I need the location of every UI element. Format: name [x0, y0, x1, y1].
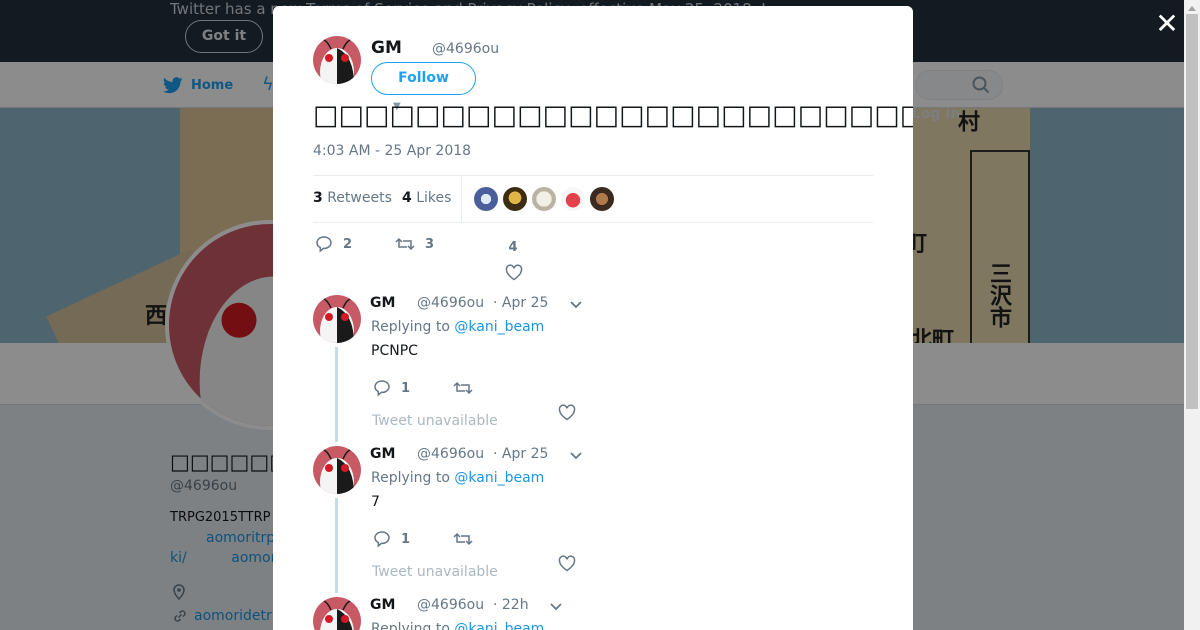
tweet-modal: GM @4696ou Follow ▼ □□□□□□□□□□□□□□□□□□□□… [273, 6, 913, 630]
reply-author-handle[interactable]: @4696ou [417, 295, 484, 311]
heart-icon[interactable] [558, 555, 576, 572]
tweet-text: □□□□□□□□□□□□□□□□□□□□□□□□□□□□□□□□□□□□□□□□… [313, 100, 913, 131]
reply-text: PCNPC [371, 343, 418, 359]
replying-to: Replying to @kani_beam [371, 621, 544, 630]
reply-action[interactable]: 1 [373, 530, 410, 548]
liker-avatar[interactable] [474, 187, 498, 211]
liker-avatar[interactable] [561, 187, 585, 211]
retweets-stat[interactable]: 3 Retweets [313, 190, 392, 206]
retweet-count: 3 [425, 236, 435, 252]
replying-to-link[interactable]: @kani_beam [454, 319, 544, 335]
reply-action[interactable]: 1 [373, 379, 410, 397]
tweet-unavailable-notice: Tweet unavailable [372, 564, 498, 580]
reply-icon [374, 380, 390, 397]
tweet-timestamp[interactable]: 4:03 AM - 25 Apr 2018 [313, 143, 471, 159]
retweet-action[interactable] [453, 379, 473, 397]
reply-tweet[interactable]: GM @4696ou · Apr 25 Replying to @kani_be… [313, 446, 873, 596]
tweet-actions: 2 3 4 [313, 232, 873, 282]
replying-to-link[interactable]: @kani_beam [454, 470, 544, 486]
replying-prefix: Replying to [371, 319, 450, 335]
avatar[interactable] [313, 295, 361, 343]
reply-author-name[interactable]: GM [370, 597, 395, 613]
retweet-action[interactable]: 3 [395, 235, 434, 253]
liker-avatar[interactable] [532, 187, 556, 211]
reply-tweet[interactable]: GM @4696ou · Apr 25 Replying to @kani_be… [313, 295, 873, 445]
reply-author-handle[interactable]: @4696ou [417, 597, 484, 613]
thread-connector [335, 498, 338, 593]
reply-icon [316, 236, 332, 253]
like-action[interactable]: 4 [503, 240, 523, 281]
heart-icon[interactable] [558, 404, 576, 421]
reply-count: 1 [401, 380, 411, 396]
retweets-label: Retweets [327, 190, 392, 206]
likes-count: 4 [402, 190, 412, 206]
chevron-down-icon[interactable] [569, 297, 583, 311]
reply-author-name[interactable]: GM [370, 295, 395, 311]
retweets-count: 3 [313, 190, 323, 206]
reply-icon [374, 531, 390, 548]
thread-connector [335, 347, 338, 442]
tweet-stats: 3 Retweets 4 Likes [313, 175, 873, 223]
reply-author-name[interactable]: GM [370, 446, 395, 462]
retweet-icon [453, 381, 473, 395]
replying-prefix: Replying to [371, 621, 450, 630]
heart-icon [505, 264, 523, 281]
liker-avatars [474, 187, 614, 211]
replying-to-link[interactable]: @kani_beam [454, 621, 544, 630]
replying-prefix: Replying to [371, 470, 450, 486]
like-count: 4 [508, 240, 518, 255]
avatar[interactable] [313, 446, 361, 494]
replying-to: Replying to @kani_beam [371, 319, 544, 335]
close-icon[interactable]: ✕ [1155, 10, 1179, 38]
reply-author-handle[interactable]: @4696ou [417, 446, 484, 462]
reply-action[interactable]: 2 [315, 235, 352, 253]
chevron-down-icon[interactable] [549, 599, 563, 613]
liker-avatar[interactable] [503, 187, 527, 211]
liker-avatar[interactable] [590, 187, 614, 211]
scroll-up-arrow[interactable] [1188, 6, 1196, 11]
replying-to: Replying to @kani_beam [371, 470, 544, 486]
retweet-icon [453, 532, 473, 546]
reply-text: 7 [371, 494, 380, 510]
author-handle[interactable]: @4696ou [432, 41, 499, 57]
reply-tweet[interactable]: GM @4696ou · 22h Replying to @kani_beam [313, 597, 873, 630]
avatar[interactable] [313, 597, 361, 630]
reply-count: 1 [401, 531, 411, 547]
likes-stat[interactable]: 4 Likes [402, 190, 451, 206]
reply-time[interactable]: · 22h [493, 597, 529, 613]
reply-time[interactable]: · Apr 25 [493, 295, 548, 311]
author-name[interactable]: GM [371, 38, 402, 58]
scrollbar-thumb[interactable] [1186, 14, 1198, 409]
reply-time[interactable]: · Apr 25 [493, 446, 548, 462]
chevron-down-icon[interactable] [569, 448, 583, 462]
retweet-action[interactable] [453, 530, 473, 548]
tweet-unavailable-notice: Tweet unavailable [372, 413, 498, 429]
retweet-icon [395, 237, 415, 251]
likes-label: Likes [416, 190, 452, 206]
reply-count: 2 [343, 236, 353, 252]
avatar[interactable] [313, 36, 361, 84]
follow-button[interactable]: Follow [371, 62, 476, 95]
divider [461, 176, 462, 223]
